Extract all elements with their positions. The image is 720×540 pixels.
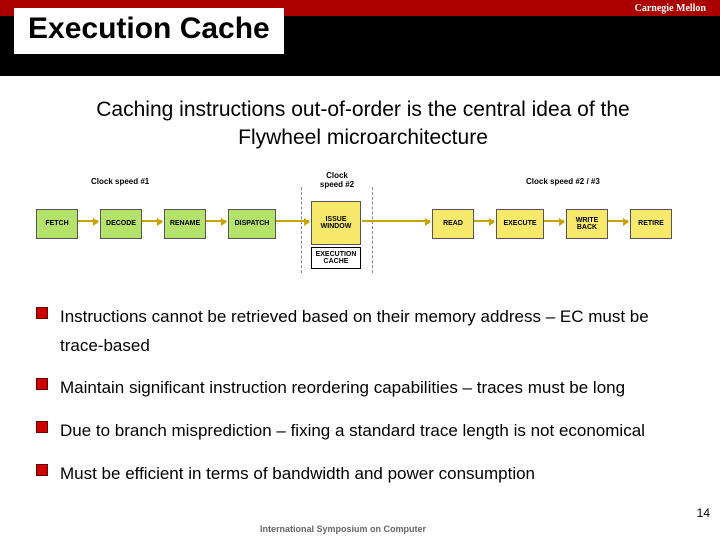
bullet-text: Due to branch misprediction – fixing a s… [60, 417, 645, 446]
bullet-square-icon [36, 421, 48, 433]
stage-fetch: FETCH [36, 209, 78, 239]
stage-dispatch: DISPATCH [228, 209, 276, 239]
stage-rename: RENAME [164, 209, 206, 239]
slide-content: Caching instructions out-of-order is the… [0, 76, 720, 489]
divider-2 [372, 187, 373, 273]
bullet-text: Instructions cannot be retrieved based o… [60, 303, 690, 361]
arrow-icon [608, 220, 628, 222]
stage-retire: RETIRE [630, 209, 672, 239]
title-box: Execution Cache [14, 8, 284, 54]
stage-decode: DECODE [100, 209, 142, 239]
list-item: Maintain significant instruction reorder… [36, 374, 690, 403]
clock-speed-3-label: Clock speed #2 / #3 [526, 177, 600, 186]
clock-speed-2-label: Clock speed #2 [317, 171, 357, 189]
arrow-icon [544, 220, 564, 222]
title-band: Execution Cache [0, 16, 720, 76]
list-item: Due to branch misprediction – fixing a s… [36, 417, 690, 446]
arrow-icon [78, 220, 98, 222]
slide-title: Execution Cache [28, 12, 270, 46]
bullet-square-icon [36, 378, 48, 390]
stage-read: READ [432, 209, 474, 239]
bullet-square-icon [36, 464, 48, 476]
stage-execute: EXECUTE [496, 209, 544, 239]
stage-execution-cache: EXECUTION CACHE [311, 247, 361, 269]
list-item: Must be efficient in terms of bandwidth … [36, 460, 690, 489]
arrow-icon [474, 220, 494, 222]
arrow-icon [206, 220, 226, 222]
divider-1 [301, 187, 302, 273]
list-item: Instructions cannot be retrieved based o… [36, 303, 690, 361]
slide-subtitle: Caching instructions out-of-order is the… [76, 96, 650, 153]
brand-logo: Carnegie Mellon [635, 3, 706, 14]
arrow-icon [276, 220, 309, 222]
bullet-text: Must be efficient in terms of bandwidth … [60, 460, 535, 489]
pipeline-diagram: Clock speed #1 Clock speed #2 Clock spee… [36, 167, 690, 285]
stage-issue-window: ISSUE WINDOW [311, 201, 361, 245]
bullet-text: Maintain significant instruction reorder… [60, 374, 625, 403]
stage-writeback: WRITE BACK [566, 209, 608, 239]
arrow-icon [142, 220, 162, 222]
bullet-square-icon [36, 307, 48, 319]
page-number: 14 [697, 506, 710, 520]
footer-text: International Symposium on Computer [260, 524, 426, 534]
clock-speed-1-label: Clock speed #1 [91, 177, 149, 186]
arrow-icon [362, 220, 430, 222]
bullet-list: Instructions cannot be retrieved based o… [36, 303, 690, 489]
